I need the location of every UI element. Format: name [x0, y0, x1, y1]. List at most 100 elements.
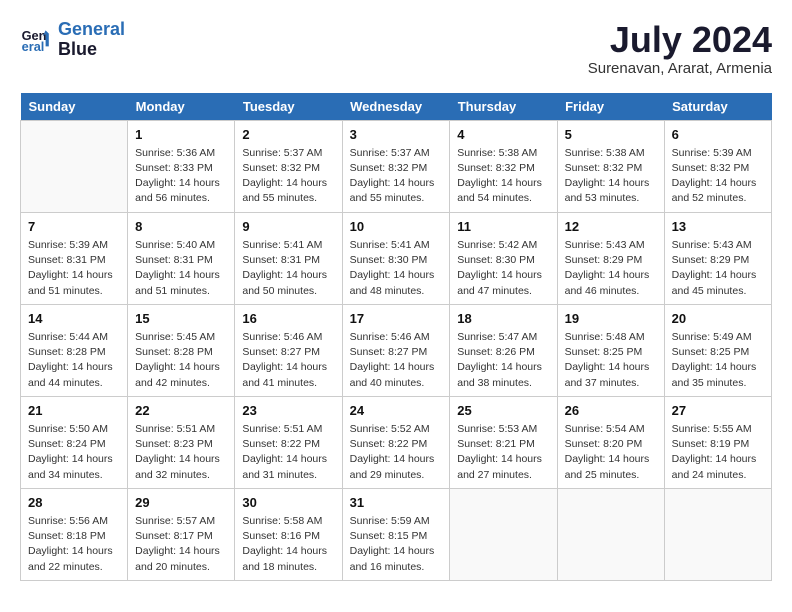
calendar-cell: 7Sunrise: 5:39 AM Sunset: 8:31 PM Daylig…: [21, 212, 128, 304]
day-info: Sunrise: 5:59 AM Sunset: 8:15 PM Dayligh…: [350, 514, 443, 575]
month-title: July 2024: [588, 20, 772, 60]
calendar-cell: 12Sunrise: 5:43 AM Sunset: 8:29 PM Dayli…: [557, 212, 664, 304]
day-number: 20: [672, 310, 764, 328]
calendar-cell: 15 Sunrise: 5:45 AM Sunset: 8:28 PM Dayli…: [128, 304, 235, 396]
calendar-cell: 9 Sunrise: 5:41 AM Sunset: 8:31 PM Daylig…: [235, 212, 342, 304]
day-info: Sunrise: 5:56 AM Sunset: 8:18 PM Dayligh…: [28, 514, 120, 575]
day-info: Sunrise: 5:45 AM Sunset: 8:28 PM Dayligh…: [135, 330, 227, 391]
day-number: 22: [135, 402, 227, 420]
calendar-cell: 22 Sunrise: 5:51 AM Sunset: 8:23 PM Dayli…: [128, 396, 235, 488]
calendar-week-4: 21Sunrise: 5:50 AM Sunset: 8:24 PM Dayli…: [21, 396, 772, 488]
calendar-cell: 31Sunrise: 5:59 AM Sunset: 8:15 PM Dayli…: [342, 488, 450, 580]
day-number: 29: [135, 494, 227, 512]
header-wednesday: Wednesday: [342, 93, 450, 121]
calendar-cell: [664, 488, 771, 580]
calendar-week-5: 28 Sunrise: 5:56 AM Sunset: 8:18 PM Dayli…: [21, 488, 772, 580]
day-info: Sunrise: 5:40 AM Sunset: 8:31 PM Dayligh…: [135, 238, 227, 299]
calendar-cell: [450, 488, 557, 580]
day-info: Sunrise: 5:38 AM Sunset: 8:32 PM Dayligh…: [457, 146, 549, 207]
day-number: 30: [242, 494, 334, 512]
day-info: Sunrise: 5:55 AM Sunset: 8:19 PM Dayligh…: [672, 422, 764, 483]
header-monday: Monday: [128, 93, 235, 121]
day-info: Sunrise: 5:41 AM Sunset: 8:30 PM Dayligh…: [350, 238, 443, 299]
day-info: Sunrise: 5:52 AM Sunset: 8:22 PM Dayligh…: [350, 422, 443, 483]
calendar-cell: 24 Sunrise: 5:52 AM Sunset: 8:22 PM Dayli…: [342, 396, 450, 488]
day-number: 28: [28, 494, 120, 512]
header-sunday: Sunday: [21, 93, 128, 121]
calendar-cell: 19Sunrise: 5:48 AM Sunset: 8:25 PM Dayli…: [557, 304, 664, 396]
calendar-cell: 13 Sunrise: 5:43 AM Sunset: 8:29 PM Dayli…: [664, 212, 771, 304]
day-info: Sunrise: 5:51 AM Sunset: 8:22 PM Dayligh…: [242, 422, 334, 483]
day-info: Sunrise: 5:37 AM Sunset: 8:32 PM Dayligh…: [350, 146, 443, 207]
calendar-week-1: 1 Sunrise: 5:36 AM Sunset: 8:33 PM Daylig…: [21, 120, 772, 212]
calendar-cell: 2 Sunrise: 5:37 AM Sunset: 8:32 PM Daylig…: [235, 120, 342, 212]
day-number: 11: [457, 218, 549, 236]
day-info: Sunrise: 5:49 AM Sunset: 8:25 PM Dayligh…: [672, 330, 764, 391]
header-saturday: Saturday: [664, 93, 771, 121]
day-info: Sunrise: 5:38 AM Sunset: 8:32 PM Dayligh…: [565, 146, 657, 207]
day-number: 16: [242, 310, 334, 328]
calendar-cell: 28 Sunrise: 5:56 AM Sunset: 8:18 PM Dayli…: [21, 488, 128, 580]
day-info: Sunrise: 5:44 AM Sunset: 8:28 PM Dayligh…: [28, 330, 120, 391]
day-info: Sunrise: 5:57 AM Sunset: 8:17 PM Dayligh…: [135, 514, 227, 575]
logo-text: GeneralBlue: [58, 20, 125, 60]
day-number: 24: [350, 402, 443, 420]
calendar-cell: 16 Sunrise: 5:46 AM Sunset: 8:27 PM Dayli…: [235, 304, 342, 396]
title-block: July 2024 Surenavan, Ararat, Armenia: [588, 20, 772, 77]
day-number: 19: [565, 310, 657, 328]
day-number: 9: [242, 218, 334, 236]
day-info: Sunrise: 5:47 AM Sunset: 8:26 PM Dayligh…: [457, 330, 549, 391]
day-number: 25: [457, 402, 549, 420]
day-number: 8: [135, 218, 227, 236]
day-info: Sunrise: 5:43 AM Sunset: 8:29 PM Dayligh…: [672, 238, 764, 299]
day-info: Sunrise: 5:53 AM Sunset: 8:21 PM Dayligh…: [457, 422, 549, 483]
day-info: Sunrise: 5:46 AM Sunset: 8:27 PM Dayligh…: [242, 330, 334, 391]
calendar-cell: [557, 488, 664, 580]
calendar-cell: 1 Sunrise: 5:36 AM Sunset: 8:33 PM Daylig…: [128, 120, 235, 212]
day-number: 2: [242, 126, 334, 144]
day-number: 17: [350, 310, 443, 328]
calendar-header-row: SundayMondayTuesdayWednesdayThursdayFrid…: [21, 93, 772, 121]
day-info: Sunrise: 5:37 AM Sunset: 8:32 PM Dayligh…: [242, 146, 334, 207]
day-number: 1: [135, 126, 227, 144]
day-number: 27: [672, 402, 764, 420]
day-info: Sunrise: 5:51 AM Sunset: 8:23 PM Dayligh…: [135, 422, 227, 483]
day-number: 15: [135, 310, 227, 328]
calendar-cell: 6Sunrise: 5:39 AM Sunset: 8:32 PM Daylig…: [664, 120, 771, 212]
calendar-cell: [21, 120, 128, 212]
calendar-cell: 23 Sunrise: 5:51 AM Sunset: 8:22 PM Dayli…: [235, 396, 342, 488]
page-header: Gen eral GeneralBlue July 2024 Surenavan…: [20, 20, 772, 77]
day-info: Sunrise: 5:46 AM Sunset: 8:27 PM Dayligh…: [350, 330, 443, 391]
calendar-cell: 11 Sunrise: 5:42 AM Sunset: 8:30 PM Dayli…: [450, 212, 557, 304]
calendar-cell: 4 Sunrise: 5:38 AM Sunset: 8:32 PM Daylig…: [450, 120, 557, 212]
day-info: Sunrise: 5:43 AM Sunset: 8:29 PM Dayligh…: [565, 238, 657, 299]
calendar-cell: 10 Sunrise: 5:41 AM Sunset: 8:30 PM Dayli…: [342, 212, 450, 304]
calendar-cell: 5 Sunrise: 5:38 AM Sunset: 8:32 PM Daylig…: [557, 120, 664, 212]
calendar-cell: 8 Sunrise: 5:40 AM Sunset: 8:31 PM Daylig…: [128, 212, 235, 304]
calendar-cell: 29 Sunrise: 5:57 AM Sunset: 8:17 PM Dayli…: [128, 488, 235, 580]
day-info: Sunrise: 5:36 AM Sunset: 8:33 PM Dayligh…: [135, 146, 227, 207]
day-number: 18: [457, 310, 549, 328]
day-info: Sunrise: 5:39 AM Sunset: 8:31 PM Dayligh…: [28, 238, 120, 299]
svg-text:eral: eral: [22, 39, 45, 54]
logo: Gen eral GeneralBlue: [20, 20, 125, 60]
day-number: 23: [242, 402, 334, 420]
day-number: 14: [28, 310, 120, 328]
calendar-table: SundayMondayTuesdayWednesdayThursdayFrid…: [20, 93, 772, 581]
header-friday: Friday: [557, 93, 664, 121]
day-number: 10: [350, 218, 443, 236]
day-info: Sunrise: 5:41 AM Sunset: 8:31 PM Dayligh…: [242, 238, 334, 299]
day-number: 4: [457, 126, 549, 144]
day-number: 26: [565, 402, 657, 420]
day-number: 5: [565, 126, 657, 144]
calendar-cell: 14 Sunrise: 5:44 AM Sunset: 8:28 PM Dayli…: [21, 304, 128, 396]
day-info: Sunrise: 5:42 AM Sunset: 8:30 PM Dayligh…: [457, 238, 549, 299]
day-number: 13: [672, 218, 764, 236]
calendar-cell: 3 Sunrise: 5:37 AM Sunset: 8:32 PM Daylig…: [342, 120, 450, 212]
calendar-week-3: 14 Sunrise: 5:44 AM Sunset: 8:28 PM Dayli…: [21, 304, 772, 396]
day-info: Sunrise: 5:39 AM Sunset: 8:32 PM Dayligh…: [672, 146, 764, 207]
day-info: Sunrise: 5:58 AM Sunset: 8:16 PM Dayligh…: [242, 514, 334, 575]
day-number: 3: [350, 126, 443, 144]
calendar-cell: 30 Sunrise: 5:58 AM Sunset: 8:16 PM Dayli…: [235, 488, 342, 580]
calendar-cell: 26Sunrise: 5:54 AM Sunset: 8:20 PM Dayli…: [557, 396, 664, 488]
